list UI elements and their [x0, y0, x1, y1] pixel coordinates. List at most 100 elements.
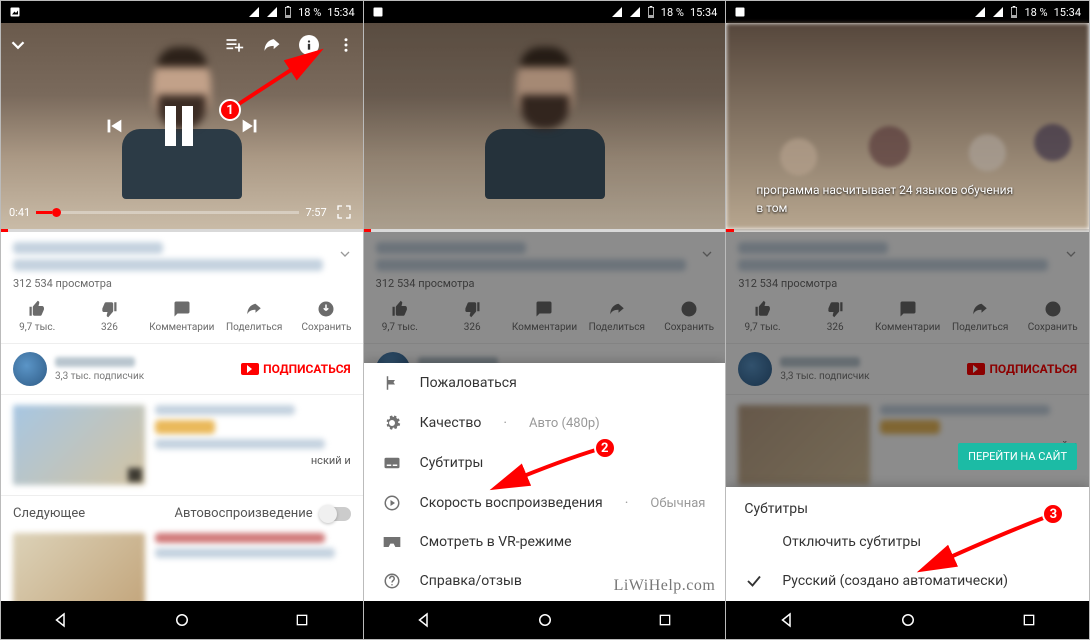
fullscreen-icon[interactable]	[333, 201, 355, 223]
channel-avatar[interactable]	[13, 352, 47, 386]
menu-value: Авто (480p)	[529, 416, 600, 431]
subscriber-count: 3,3 тыс. подписчик	[55, 371, 233, 382]
menu-vr[interactable]: Смотреть в VR-режиме	[364, 523, 726, 561]
watermark: LiWiHelp.com	[614, 577, 716, 595]
collapse-icon[interactable]	[7, 34, 29, 56]
signal-icon	[266, 6, 278, 18]
home-button[interactable]	[484, 601, 605, 639]
comments-button[interactable]: Комментарии	[146, 300, 218, 333]
captions-off[interactable]: Отключить субтитры	[726, 523, 1089, 561]
step-badge-2: 2	[594, 437, 616, 459]
share-icon	[218, 300, 290, 318]
sheet-title: Субтитры	[726, 487, 1089, 523]
more-vert-icon[interactable]	[335, 34, 357, 56]
up-next-row: Следующее Автовоспроизведение	[1, 496, 363, 531]
home-button[interactable]	[847, 601, 968, 639]
video-subtitle-blur	[13, 259, 323, 271]
next-icon[interactable]	[239, 115, 261, 137]
menu-label: Справка/отзыв	[420, 573, 522, 589]
video-player[interactable]	[364, 23, 726, 229]
recommendation-item[interactable]	[1, 531, 363, 601]
menu-label: Русский (создано автоматически)	[782, 573, 1008, 589]
view-count: 312 534 просмотра	[13, 277, 351, 290]
share-icon[interactable]	[261, 34, 283, 56]
status-bar: 18 % 15:34	[726, 1, 1089, 23]
recents-button[interactable]	[605, 601, 726, 639]
reco-text: нский и	[155, 405, 351, 485]
phone-3: 18 % 15:34 программа насчитывает 24 язык…	[726, 1, 1089, 639]
captions-russian[interactable]: Русский (создано автоматически)	[726, 561, 1089, 601]
menu-label: Отключить субтитры	[782, 534, 921, 550]
home-button[interactable]	[122, 601, 243, 639]
status-bar: 18 % 15:34	[1, 1, 363, 23]
menu-report[interactable]: Пожаловаться	[364, 363, 726, 403]
info-icon[interactable]	[299, 35, 319, 55]
help-icon	[382, 572, 402, 590]
openext-icon	[128, 468, 142, 482]
speed-icon	[382, 494, 402, 512]
signal-icon	[974, 6, 986, 18]
recents-button[interactable]	[968, 601, 1089, 639]
subtitles-icon	[382, 454, 402, 472]
video-player[interactable]: программа насчитывает 24 языков обучения…	[726, 23, 1089, 229]
signal-icon	[629, 6, 641, 18]
gallery-icon	[734, 6, 746, 18]
reco-thumb	[13, 533, 145, 601]
cardboard-icon	[382, 535, 402, 549]
menu-label: Смотреть в VR-режиме	[420, 534, 572, 550]
battery-icon	[284, 6, 292, 18]
prev-icon[interactable]	[103, 115, 125, 137]
back-button[interactable]	[726, 601, 847, 639]
gallery-icon	[372, 6, 384, 18]
autoplay-toggle[interactable]	[321, 507, 351, 521]
back-button[interactable]	[1, 601, 122, 639]
menu-label: Пожаловаться	[420, 375, 517, 391]
subscribe-button[interactable]: ПОДПИСАТЬСЯ	[241, 362, 351, 376]
recents-button[interactable]	[242, 601, 363, 639]
signal-icon	[992, 6, 1004, 18]
android-navbar	[1, 601, 363, 639]
subscribe-label: ПОДПИСАТЬСЯ	[263, 362, 351, 376]
signal-icon	[611, 6, 623, 18]
step-badge-1: 1	[219, 99, 241, 121]
share-button[interactable]: Поделиться	[218, 300, 290, 333]
clock: 15:34	[1054, 6, 1081, 19]
add-to-playlist-icon[interactable]	[223, 34, 245, 56]
menu-quality[interactable]: Качество·Авто (480p)	[364, 403, 726, 443]
comments-label: Комментарии	[149, 322, 214, 333]
menu-captions[interactable]: Субтитры	[364, 443, 726, 483]
video-captions: программа насчитывает 24 языков обучения…	[756, 181, 1079, 217]
battery-text: 18 %	[298, 6, 321, 19]
back-button[interactable]	[364, 601, 485, 639]
dislike-button[interactable]: 326	[73, 300, 145, 333]
menu-label: Субтитры	[420, 455, 484, 471]
channel-row[interactable]: 3,3 тыс. подписчик ПОДПИСАТЬСЯ	[1, 344, 363, 395]
phone-2: 18 % 15:34 312 534 просмотра 9,7 тыс. 32…	[364, 1, 727, 639]
save-button[interactable]: Сохранить	[290, 300, 362, 333]
battery-icon	[1010, 6, 1018, 18]
video-player[interactable]: 0:41 7:57 1	[1, 23, 363, 229]
triptych: 18 % 15:34 0:41 7:	[0, 0, 1090, 640]
visit-site-button[interactable]: ПЕРЕЙТИ НА САЙТ	[958, 443, 1077, 470]
recommendation-item[interactable]: нский и	[1, 395, 363, 496]
pause-button[interactable]	[165, 106, 199, 146]
time-duration: 7:57	[305, 206, 326, 219]
gallery-icon	[9, 6, 21, 18]
expand-icon[interactable]	[337, 246, 353, 266]
video-title-area[interactable]: 312 534 просмотра	[1, 232, 363, 294]
flag-icon	[382, 374, 402, 392]
like-button[interactable]: 9,7 тыс.	[1, 300, 73, 333]
progress-bar[interactable]	[36, 211, 299, 214]
download-icon	[290, 300, 362, 318]
menu-speed[interactable]: Скорость воспроизведения·Обычная	[364, 483, 726, 523]
reco-thumb	[13, 405, 145, 485]
phone-1: 18 % 15:34 0:41 7:	[1, 1, 364, 639]
gear-icon	[382, 414, 402, 432]
youtube-icon	[241, 363, 259, 375]
thumb-down-icon	[73, 300, 145, 318]
like-label: 9,7 тыс.	[19, 322, 55, 333]
status-bar: 18 % 15:34	[364, 1, 726, 23]
reco-text	[155, 533, 351, 601]
battery-text: 18 %	[1024, 6, 1047, 19]
battery-text: 18 %	[661, 6, 684, 19]
